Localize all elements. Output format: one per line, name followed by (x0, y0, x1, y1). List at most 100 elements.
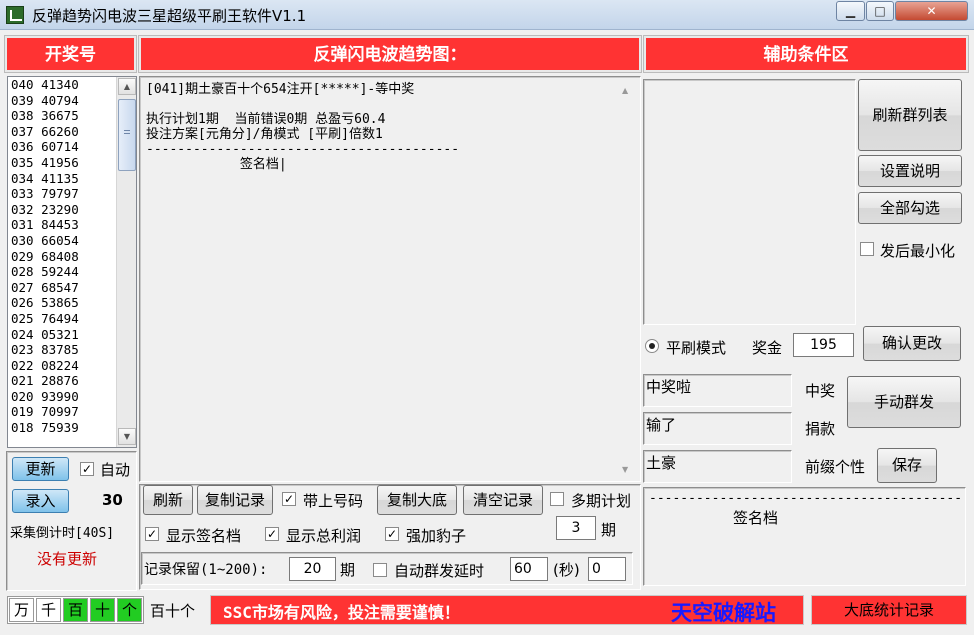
position-text: 百十个 (150, 602, 196, 620)
log-line: 签名档| (146, 157, 287, 172)
show-signature-checkbox[interactable]: ✓ (145, 527, 159, 541)
draw-number-row[interactable]: 038 36675 (8, 108, 116, 124)
settings-help-button[interactable]: 设置说明 (858, 155, 962, 187)
log-scroll-up-icon[interactable]: ▲ (622, 86, 628, 95)
digit-cell[interactable]: 十 (90, 598, 115, 622)
draw-number-row[interactable]: 018 75939 (8, 420, 116, 436)
collect-countdown: 采集倒计时[40S] (10, 526, 115, 541)
clear-record-button[interactable]: 清空记录 (463, 485, 543, 515)
update-button[interactable]: 更新 (12, 457, 69, 481)
log-scroll-down-icon[interactable]: ▼ (622, 465, 628, 474)
multi-plan-label: 多期计划 (571, 492, 632, 510)
draw-number-row[interactable]: 039 40794 (8, 93, 116, 109)
scroll-up-icon[interactable]: ▲ (118, 78, 136, 95)
with-number-checkbox[interactable]: ✓ (282, 492, 296, 506)
auto-delay-checkbox[interactable] (373, 563, 387, 577)
draw-number-row[interactable]: 027 68547 (8, 280, 116, 296)
draw-number-row[interactable]: 026 53865 (8, 295, 116, 311)
select-all-button[interactable]: 全部勾选 (858, 192, 962, 224)
prize-label: 奖金 (752, 339, 783, 357)
trend-log-scrollbar[interactable]: ▲ ▼ (617, 80, 637, 478)
digit-cell[interactable]: 千 (36, 598, 61, 622)
refresh-button[interactable]: 刷新 (143, 485, 193, 515)
lose-message-input[interactable]: 输了 (643, 412, 792, 445)
signature-dash-line: ---------------------------------------- (649, 491, 963, 506)
prefix-label: 前缀个性 (805, 458, 866, 476)
log-line: [041]期土豪百十个654注开[*****]-等中奖 (146, 82, 415, 97)
app-icon (6, 6, 24, 24)
draw-number-row[interactable]: 019 70997 (8, 404, 116, 420)
draw-list-scrollbar[interactable]: ▲ ▼ (116, 77, 136, 447)
keep-unit: 期 (340, 561, 356, 579)
log-line: 投注方案[元角分]/角模式 [平刷]倍数1 (146, 127, 383, 142)
win-label: 中奖 (805, 382, 836, 400)
scroll-thumb[interactable] (118, 99, 136, 171)
lose-label: 捐款 (805, 420, 836, 438)
draw-number-row[interactable]: 034 41135 (8, 171, 116, 187)
with-number-label: 带上号码 (303, 492, 364, 510)
draw-number-row[interactable]: 032 23290 (8, 202, 116, 218)
delay-unit: (秒) (553, 561, 580, 579)
close-icon[interactable]: ✕ (895, 1, 968, 21)
keep-periods-input[interactable]: 20 (289, 557, 336, 581)
manual-send-button[interactable]: 手动群发 (847, 376, 961, 428)
confirm-change-button[interactable]: 确认更改 (863, 326, 961, 361)
auto-delay-label: 自动群发延时 (394, 562, 485, 580)
show-profit-label: 显示总利润 (286, 527, 362, 545)
draw-number-row[interactable]: 023 83785 (8, 342, 116, 358)
auto-label: 自动 (100, 461, 131, 479)
window-title: 反弹趋势闪电波三星超级平刷王软件V1.1 (32, 7, 307, 25)
minimize-after-send-checkbox[interactable] (860, 242, 874, 256)
multi-plan-input[interactable]: 3 (556, 516, 596, 540)
show-signature-label: 显示签名档 (166, 527, 242, 545)
delay-seconds-input[interactable]: 60 (510, 557, 548, 581)
draw-number-row[interactable]: 021 28876 (8, 373, 116, 389)
entry-button[interactable]: 录入 (12, 489, 69, 513)
draw-number-row[interactable]: 029 68408 (8, 249, 116, 265)
draw-number-row[interactable]: 028 59244 (8, 264, 116, 280)
show-profit-checkbox[interactable]: ✓ (265, 527, 279, 541)
copy-record-button[interactable]: 复制记录 (197, 485, 273, 515)
draw-number-row[interactable]: 025 76494 (8, 311, 116, 327)
minimize-after-send-label: 发后最小化 (880, 242, 956, 260)
save-button[interactable]: 保存 (877, 448, 937, 483)
draw-number-row[interactable]: 037 66260 (8, 124, 116, 140)
delay-counter: 0 (588, 557, 626, 581)
draw-number-row[interactable]: 031 84453 (8, 217, 116, 233)
draw-number-row[interactable]: 036 60714 (8, 139, 116, 155)
draw-number-row[interactable]: 033 79797 (8, 186, 116, 202)
draw-number-row[interactable]: 030 66054 (8, 233, 116, 249)
warning-text: SSC市场有风险，投注需要谨慎！ (223, 603, 460, 622)
minimize-icon[interactable]: ▁ (836, 1, 865, 21)
group-list[interactable] (643, 79, 856, 325)
refresh-groups-button[interactable]: 刷新群列表 (858, 79, 962, 151)
digit-cell[interactable]: 百 (63, 598, 88, 622)
draw-number-list[interactable]: 040 41340 039 40794 038 36675 037 66260 036 … (7, 76, 137, 448)
multi-plan-checkbox[interactable] (550, 492, 564, 506)
scroll-down-icon[interactable]: ▼ (118, 428, 136, 445)
no-update-status: 没有更新 (37, 550, 98, 568)
prize-input[interactable]: 195 (793, 333, 854, 357)
digit-cell[interactable]: 万 (9, 598, 34, 622)
base-stats-button[interactable]: 大底统计记录 (811, 595, 967, 625)
digit-cell[interactable]: 个 (117, 598, 142, 622)
copy-base-button[interactable]: 复制大底 (377, 485, 457, 515)
brand-text: 天空破解站 (671, 601, 776, 625)
trend-log-text[interactable]: [041]期土豪百十个654注开[*****]-等中奖 执行计划1期 当前错误0期… (142, 79, 616, 479)
prefix-input[interactable]: 土豪 (643, 450, 792, 483)
maximize-icon[interactable]: □ (866, 1, 894, 21)
signature-preview[interactable]: ----------------------------------------… (643, 487, 966, 586)
flat-mode-radio[interactable] (645, 339, 659, 353)
trend-chart-header: 反弹闪电波趋势图： (138, 35, 642, 73)
draw-number-row[interactable]: 024 05321 (8, 327, 116, 343)
draw-number-row[interactable]: 040 41340 (8, 77, 116, 93)
draw-number-row[interactable]: 022 08224 (8, 358, 116, 374)
win-message-input[interactable]: 中奖啦 (643, 374, 792, 407)
force-leopard-checkbox[interactable]: ✓ (385, 527, 399, 541)
draw-number-row[interactable]: 020 93990 (8, 389, 116, 405)
log-line: 执行计划1期 当前错误0期 总盈亏60.4 (146, 112, 386, 127)
draw-number-row[interactable]: 035 41956 (8, 155, 116, 171)
auto-checkbox[interactable]: ✓ (80, 462, 94, 476)
signature-text: 签名档 (733, 509, 779, 527)
